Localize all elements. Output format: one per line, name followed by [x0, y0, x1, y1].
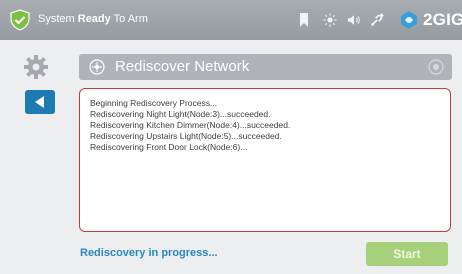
brand-logo: 2GIG	[398, 8, 462, 32]
bookmark-icon[interactable]	[297, 12, 311, 28]
brand-swirl-icon	[401, 11, 417, 29]
back-arrow-icon	[35, 96, 44, 108]
brightness-icon[interactable]	[323, 12, 337, 28]
log-line: Beginning Rediscovery Process...	[90, 98, 218, 108]
top-bar: System Ready To Arm 2GIG	[0, 0, 462, 40]
log-line: Rediscovering Upstairs Light(Node:5)...s…	[90, 131, 282, 141]
log-line: Rediscovering Kitchen Dimmer(Node:4)...s…	[90, 120, 291, 130]
status-main: Ready	[77, 13, 111, 25]
system-status: System Ready To Arm	[38, 13, 148, 25]
gear-icon[interactable]	[23, 54, 49, 80]
shield-icon[interactable]	[9, 9, 31, 31]
info-icon[interactable]	[428, 59, 444, 75]
back-button[interactable]	[25, 90, 55, 114]
page-title-bar: Rediscover Network	[79, 54, 452, 80]
wrench-icon[interactable]	[370, 12, 384, 28]
start-button[interactable]: Start	[366, 242, 448, 266]
progress-status: Rediscovery in progress...	[80, 247, 218, 259]
log-line: Rediscovering Night Light(Node:3)...succ…	[90, 109, 271, 119]
status-prefix: System	[38, 13, 75, 25]
page-title: Rediscover Network	[115, 58, 250, 75]
log-line: Rediscovering Front Door Lock(Node:6)...	[90, 142, 248, 152]
log-panel: Beginning Rediscovery Process... Redisco…	[79, 88, 451, 232]
status-suffix: To Arm	[113, 13, 148, 25]
volume-icon[interactable]	[347, 12, 361, 28]
brand-name: 2GIG	[423, 10, 462, 29]
network-icon	[89, 59, 105, 75]
